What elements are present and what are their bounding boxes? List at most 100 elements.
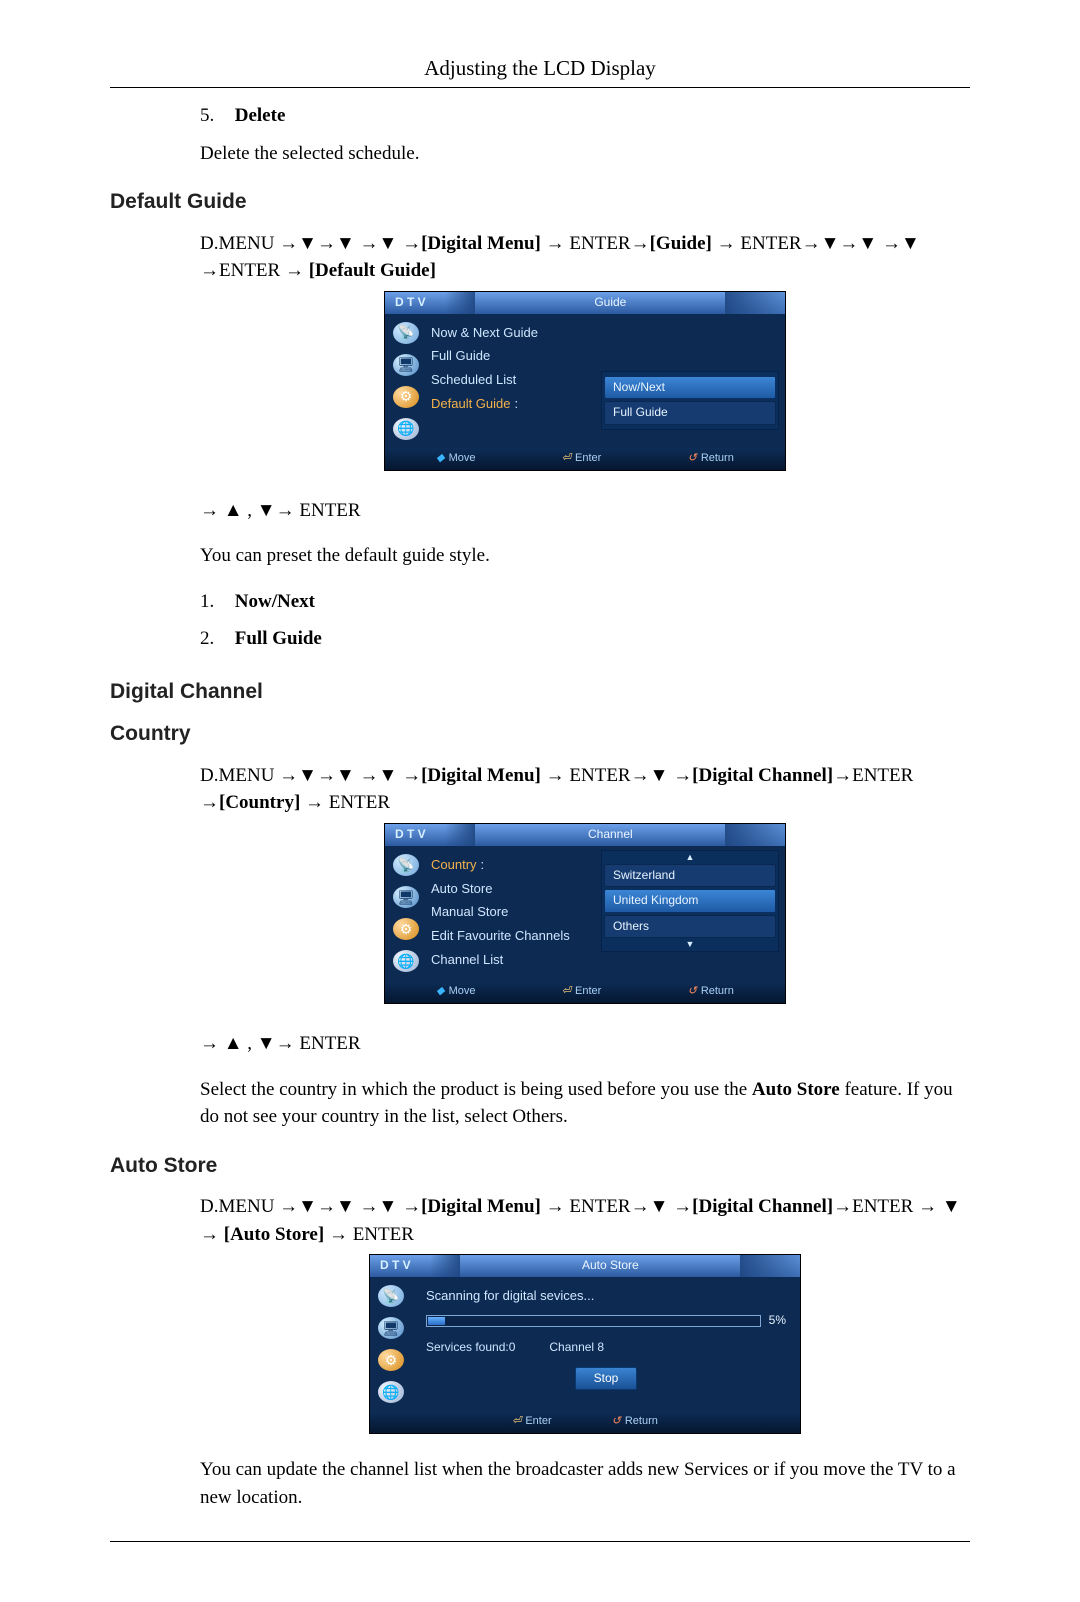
path-text: [Digital Menu] [421,233,541,254]
path-text: → ENTER→▼ → [541,765,692,786]
menu-item-default-guide[interactable]: Default Guide: [427,393,597,417]
progress-percent: 5% [769,1312,786,1329]
list-number: 2. [200,625,230,653]
country-desc: Select the country in which the product … [200,1076,970,1131]
enter-icon [562,984,571,1000]
osd-sidebar-icons: 📡 🖥 ⚙ 🌐 [385,846,427,981]
footer-label: Move [449,451,476,467]
return-icon [688,451,697,467]
enter-icon [562,451,571,467]
osd-content: Scanning for digital sevices... 5% Servi… [412,1277,800,1411]
heading-digital-channel: Digital Channel [110,677,970,707]
path-text: D.MENU →▼→▼ →▼ → [200,233,421,254]
return-icon [688,984,697,1000]
footer-enter: Enter [512,1414,552,1430]
path-text: [Auto Store] [224,1224,324,1245]
footer-return: Return [688,451,734,467]
now-next-label: Now/Next [235,591,315,612]
language-icon[interactable]: 🌐 [393,950,419,972]
stop-button[interactable]: Stop [575,1367,638,1390]
osd-sidebar-icons: 📡 🖥 ⚙ 🌐 [370,1277,412,1411]
footer-enter: Enter [562,984,602,1000]
footer-return: Return [688,984,734,1000]
option-others[interactable]: Others [604,915,776,938]
option-switzerland[interactable]: Switzerland [604,864,776,887]
menu-item-full-guide[interactable]: Full Guide [427,345,597,369]
menu-item-auto-store[interactable]: Auto Store [427,878,597,902]
heading-country: Country [110,719,970,749]
path-text: [Digital Menu] [421,765,541,786]
channel-label: Channel 8 [549,1339,604,1356]
screen-icon[interactable]: 🖥 [393,886,419,908]
desc-text: Select the country in which the product … [200,1079,752,1100]
osd-footer: Enter Return [370,1411,800,1433]
osd-dtv-label: D T V [385,294,436,311]
option-now-next[interactable]: Now/Next [604,376,776,399]
menu-item-edit-fav[interactable]: Edit Favourite Channels [427,925,597,949]
osd-submenu: Now/Next Full Guide [601,314,785,448]
progress-bar [426,1315,761,1327]
screen-icon[interactable]: 🖥 [378,1317,404,1339]
path-text: [Guide] [650,233,712,254]
nav-path-country: D.MENU →▼→▼ →▼ →[Digital Menu] → ENTER→▼… [200,762,970,817]
footer-label: Enter [525,1414,551,1430]
osd-menu: Now & Next Guide Full Guide Scheduled Li… [427,314,601,448]
default-guide-desc: You can preset the default guide style. [200,542,970,570]
nav-path-default-guide: D.MENU →▼→▼ →▼ →[Digital Menu] → ENTER→[… [200,230,970,285]
progress-fill [428,1317,445,1325]
footer-move: Move [436,984,475,1000]
osd-footer: Move Enter Return [385,448,785,470]
delete-desc: Delete the selected schedule. [200,140,970,168]
dish-icon[interactable]: 📡 [378,1285,404,1307]
path-text: [Digital Channel] [692,765,833,786]
gear-icon[interactable]: ⚙ [393,918,419,940]
dish-icon[interactable]: 📡 [393,322,419,344]
scanning-label: Scanning for digital sevices... [426,1287,786,1306]
auto-store-desc: You can update the channel list when the… [200,1456,970,1511]
osd-tab-title: Channel [436,826,785,843]
desc-bold: Auto Store [752,1079,840,1100]
dish-icon[interactable]: 📡 [393,854,419,876]
footer-label: Return [625,1414,658,1430]
menu-item-manual-store[interactable]: Manual Store [427,901,597,925]
osd-header: D T V Auto Store [370,1255,800,1277]
language-icon[interactable]: 🌐 [393,418,419,440]
path-text: D.MENU →▼→▼ →▼ → [200,765,421,786]
path-text: [Country] [219,792,300,813]
menu-item-now-next[interactable]: Now & Next Guide [427,322,597,346]
language-icon[interactable]: 🌐 [378,1381,404,1403]
osd-header: D T V Guide [385,292,785,314]
osd-sidebar-icons: 📡 🖥 ⚙ 🌐 [385,314,427,448]
page-title: Adjusting the LCD Display [110,56,970,81]
osd-country: D T V Channel 📡 🖥 ⚙ 🌐 Country: Auto [384,823,786,1004]
path-text: D.MENU →▼→▼ →▼ → [200,1196,421,1217]
return-icon [612,1414,621,1430]
osd-header: D T V Channel [385,824,785,846]
footer-enter: Enter [562,451,602,467]
move-icon [436,984,444,1000]
screen-icon[interactable]: 🖥 [393,354,419,376]
caret-down-icon[interactable]: ▼ [604,940,776,949]
path-text: [Digital Channel] [692,1196,833,1217]
option-full-guide[interactable]: Full Guide [604,401,776,424]
list-item: 1. Now/Next [110,588,970,616]
gear-icon[interactable]: ⚙ [393,386,419,408]
path-text: [Default Guide] [309,260,436,281]
divider [110,1541,970,1542]
osd-tab-title: Auto Store [421,1257,800,1274]
gear-icon[interactable]: ⚙ [378,1349,404,1371]
menu-label: Country [431,857,477,872]
caret-up-icon[interactable]: ▲ [604,853,776,862]
option-united-kingdom[interactable]: United Kingdom [604,889,776,912]
list-item: 5. Delete [110,102,970,130]
full-guide-label: Full Guide [235,628,322,649]
heading-auto-store: Auto Store [110,1151,970,1181]
osd-submenu: ▲ Switzerland United Kingdom Others ▼ [601,846,785,981]
nav-path-auto-store: D.MENU →▼→▼ →▼ →[Digital Menu] → ENTER→▼… [200,1193,970,1248]
osd-footer: Move Enter Return [385,981,785,1003]
menu-colon: : [477,857,485,872]
menu-item-scheduled-list[interactable]: Scheduled List [427,369,597,393]
move-icon [436,451,444,467]
menu-item-channel-list[interactable]: Channel List [427,949,597,973]
menu-item-country[interactable]: Country: [427,854,597,878]
